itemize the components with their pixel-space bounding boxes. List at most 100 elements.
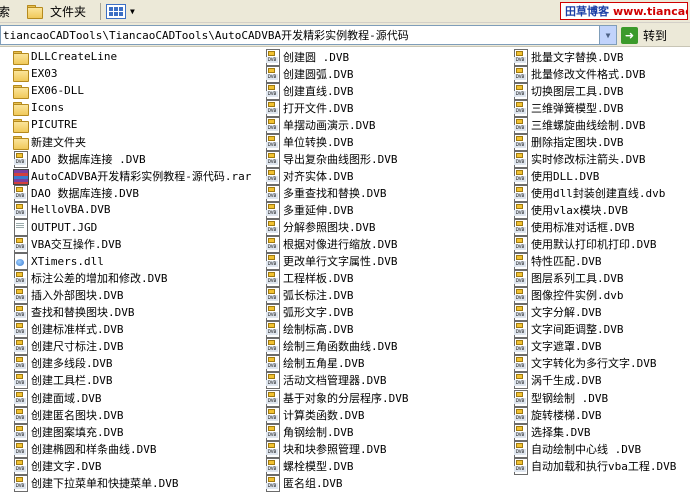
file-item[interactable]: 自动加载和执行vba工程.DVB: [512, 457, 676, 475]
file-item[interactable]: 切换图层工具.DVB: [512, 82, 624, 100]
file-item[interactable]: 创建图案填充.DVB: [12, 423, 124, 441]
file-item[interactable]: 标注公差的增加和修改.DVB: [12, 270, 168, 288]
file-item[interactable]: EX03: [12, 65, 58, 82]
file-item[interactable]: 涡千生成.DVB: [512, 372, 602, 390]
file-item[interactable]: ADO 数据库连接 .DVB: [12, 150, 146, 168]
folders-label: 文件夹: [50, 4, 87, 19]
file-item[interactable]: 分解参照图块.DVB: [264, 219, 376, 236]
file-item[interactable]: 使用dll封装创建直线.dvb: [512, 184, 665, 202]
file-item[interactable]: 计算类函数.DVB: [264, 406, 365, 424]
file-name: 使用默认打印机打印.DVB: [531, 238, 657, 252]
file-item[interactable]: XTimers.dll: [12, 253, 104, 271]
file-name: 创建文字.DVB: [31, 459, 102, 473]
file-item[interactable]: OUTPUT.JGD: [12, 219, 97, 236]
file-item[interactable]: 创建匿名图块.DVB: [12, 406, 124, 424]
file-item[interactable]: 图像控件实例.dvb: [512, 287, 624, 305]
file-item[interactable]: 创建标准样式.DVB: [12, 321, 124, 339]
file-item[interactable]: HelloVBA.DVB: [12, 201, 110, 219]
file-item[interactable]: 多重延伸.DVB: [264, 201, 354, 219]
file-item[interactable]: EX06-DLL: [12, 82, 84, 99]
search-button[interactable]: 搜索: [0, 0, 22, 22]
file-item[interactable]: 旋转楼梯.DVB: [512, 406, 602, 424]
file-item[interactable]: 选择集.DVB: [512, 423, 591, 441]
file-item[interactable]: 弧长标注.DVB: [264, 287, 354, 305]
file-item[interactable]: 绘制三角函数曲线.DVB: [264, 338, 398, 356]
dvb-icon: [12, 150, 28, 168]
file-item[interactable]: 弧形文字.DVB: [264, 304, 354, 322]
file-item[interactable]: 特性匹配.DVB: [512, 253, 602, 271]
file-name: 绘制五角星.DVB: [283, 357, 365, 371]
file-name: 文字转化为多行文字.DVB: [531, 357, 657, 371]
file-name: 创建下拉菜单和快捷菜单.DVB: [31, 476, 179, 490]
file-item[interactable]: 创建文字.DVB: [12, 457, 102, 475]
address-path[interactable]: tiancaoCADTools\TiancaoCADTools\AutoCADV…: [1, 27, 599, 43]
dvb-icon: [12, 270, 28, 288]
dvb-icon: [264, 304, 280, 322]
file-item[interactable]: 创建圆弧.DVB: [264, 65, 354, 83]
file-item[interactable]: 创建尺寸标注.DVB: [12, 338, 124, 356]
file-item[interactable]: 导出复杂曲线图形.DVB: [264, 150, 398, 168]
file-item[interactable]: 三维螺旋曲线绘制.DVB: [512, 116, 646, 134]
file-item[interactable]: 单摆动画演示.DVB: [264, 116, 376, 134]
file-item[interactable]: 角钢绘制.DVB: [264, 423, 354, 441]
views-button[interactable]: ▼: [106, 2, 142, 21]
file-item[interactable]: 活动文档管理器.DVB: [264, 372, 387, 390]
file-item[interactable]: 批量修改文件格式.DVB: [512, 65, 646, 83]
file-item[interactable]: 文字遮罩.DVB: [512, 338, 602, 356]
file-item[interactable]: 单位转换.DVB: [264, 133, 354, 151]
file-item[interactable]: 删除指定图块.DVB: [512, 133, 624, 151]
file-item[interactable]: 图层系列工具.DVB: [512, 270, 624, 288]
file-item[interactable]: 创建多线段.DVB: [12, 355, 113, 373]
folder-icon: [12, 66, 29, 82]
address-input[interactable]: tiancaoCADTools\TiancaoCADTools\AutoCADV…: [0, 25, 617, 45]
file-item[interactable]: 更改单行文字属性.DVB: [264, 253, 398, 271]
file-item[interactable]: 三维弹簧模型.DVB: [512, 99, 624, 117]
file-item[interactable]: 使用标准对话框.DVB: [512, 219, 635, 236]
address-dropdown-icon[interactable]: ▼: [599, 26, 616, 44]
folders-button[interactable]: 文件夹: [26, 0, 96, 22]
file-item[interactable]: 基于对象的分层程序.DVB: [264, 389, 409, 407]
file-item[interactable]: AutoCADVBA开发精彩实例教程-源代码.rar: [12, 167, 251, 185]
file-item[interactable]: 使用DLL.DVB: [512, 167, 599, 185]
file-item[interactable]: 创建直线.DVB: [264, 82, 354, 100]
file-item[interactable]: 文字转化为多行文字.DVB: [512, 355, 657, 373]
file-item[interactable]: 新建文件夹: [12, 133, 86, 150]
file-item[interactable]: 插入外部图块.DVB: [12, 287, 124, 305]
file-item[interactable]: 型钢绘制 .DVB: [512, 389, 608, 407]
file-item[interactable]: 打开文件.DVB: [264, 99, 354, 117]
file-item[interactable]: VBA交互操作.DVB: [12, 236, 121, 254]
file-item[interactable]: 文字间距调整.DVB: [512, 321, 624, 339]
file-item[interactable]: 绘制五角星.DVB: [264, 355, 365, 373]
file-item[interactable]: 对齐实体.DVB: [264, 167, 354, 185]
file-item[interactable]: 自动绘制中心线 .DVB: [512, 440, 641, 458]
file-item[interactable]: 多重查找和替换.DVB: [264, 184, 387, 202]
file-name: 批量修改文件格式.DVB: [531, 67, 646, 81]
file-item[interactable]: 实时修改标注箭头.DVB: [512, 150, 646, 168]
file-item[interactable]: DLLCreateLine: [12, 48, 117, 65]
file-item[interactable]: 文字分解.DVB: [512, 304, 602, 322]
file-item[interactable]: 创建圆 .DVB: [264, 48, 349, 66]
file-item[interactable]: 创建面域.DVB: [12, 389, 102, 407]
file-item[interactable]: DAO 数据库连接.DVB: [12, 184, 139, 202]
file-item[interactable]: 创建下拉菜单和快捷菜单.DVB: [12, 474, 179, 492]
file-item[interactable]: 查找和替换图块.DVB: [12, 304, 135, 322]
file-item[interactable]: 使用默认打印机打印.DVB: [512, 236, 657, 254]
file-item[interactable]: 块和块参照管理.DVB: [264, 440, 387, 458]
dvb-icon: [12, 201, 28, 219]
file-item[interactable]: 匿名组.DVB: [264, 474, 343, 492]
file-item[interactable]: PICUTRE: [12, 116, 77, 133]
file-item[interactable]: 创建工具栏.DVB: [12, 372, 113, 390]
file-item[interactable]: 使用vlax模块.DVB: [512, 201, 628, 219]
dvb-icon: [12, 338, 28, 356]
file-item[interactable]: 工程样板.DVB: [264, 270, 354, 288]
file-name: 活动文档管理器.DVB: [283, 374, 387, 388]
file-item[interactable]: 根据对像进行缩放.DVB: [264, 236, 398, 254]
file-item[interactable]: 绘制标高.DVB: [264, 321, 354, 339]
dvb-icon: [264, 167, 280, 185]
dvb-icon: [12, 423, 28, 441]
file-item[interactable]: Icons: [12, 99, 64, 116]
file-item[interactable]: 批量文字替换.DVB: [512, 48, 624, 66]
go-button[interactable]: ➜ 转到: [621, 25, 687, 45]
file-item[interactable]: 创建椭圆和样条曲线.DVB: [12, 440, 157, 458]
file-item[interactable]: 螺栓模型.DVB: [264, 457, 354, 475]
